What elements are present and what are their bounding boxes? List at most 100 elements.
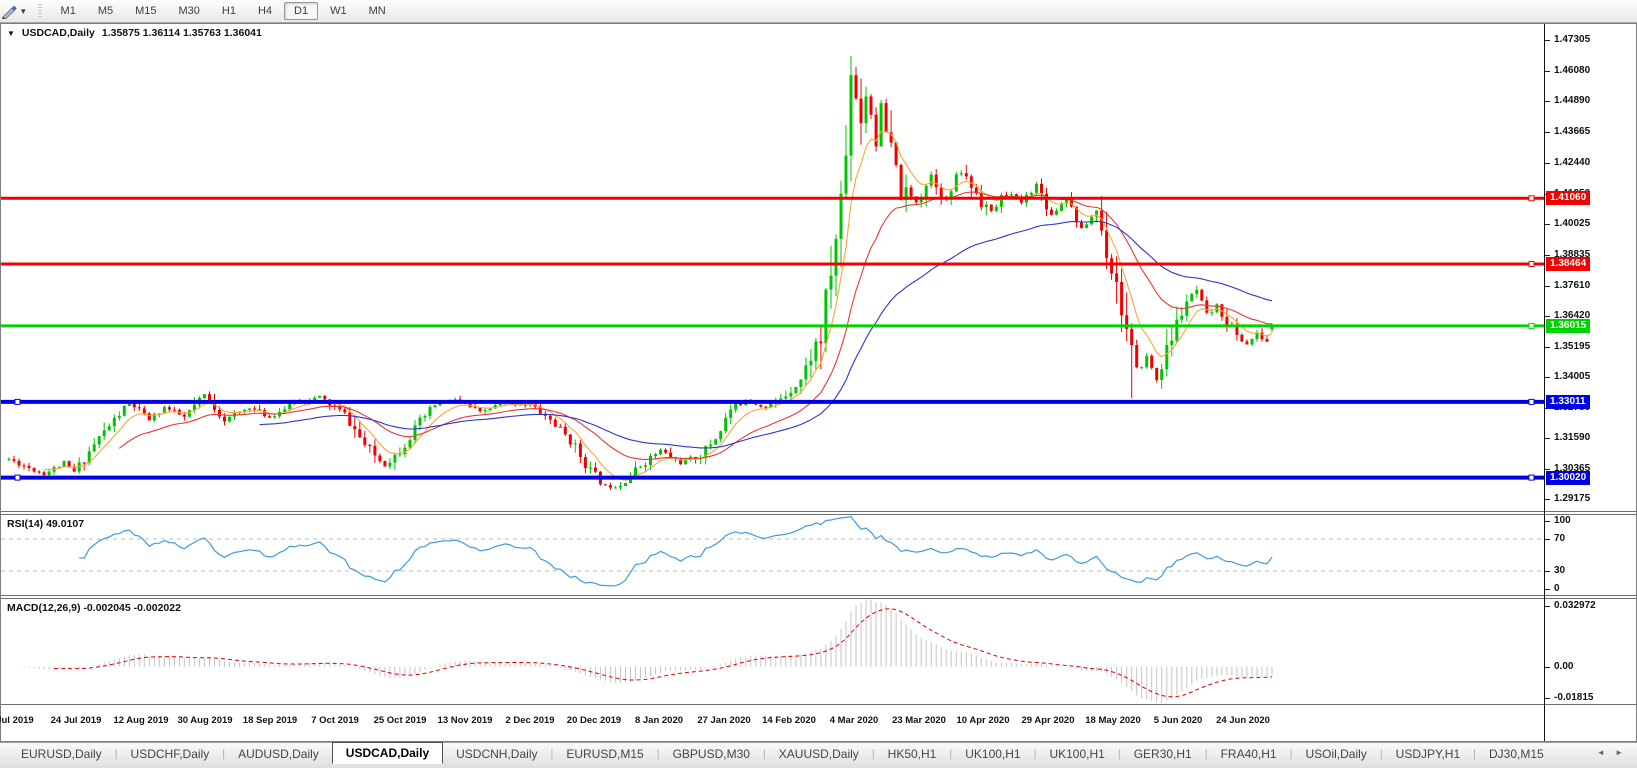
timeframe-button-m1[interactable]: M1 (51, 2, 86, 20)
price-tick-label: 1.47305 (1545, 34, 1590, 45)
rsi-chart[interactable] (1, 515, 1544, 595)
date-tick-label: 5 Jun 2020 (1154, 715, 1203, 726)
timeframe-button-m30[interactable]: M30 (169, 2, 210, 20)
date-tick-label: 20 Dec 2019 (567, 715, 621, 726)
chart-window: ▼ USDCAD,Daily 1.35875 1.36114 1.35763 1… (0, 23, 1637, 742)
date-tick-label: 23 Mar 2020 (892, 715, 946, 726)
price-tick-label: 1.43665 (1545, 126, 1590, 137)
date-tick-label: 27 Jan 2020 (697, 715, 750, 726)
timeframe-button-mn[interactable]: MN (359, 2, 396, 20)
date-tick-label: 8 Jan 2020 (635, 715, 683, 726)
price-line-label: 1.41060 (1546, 191, 1590, 205)
tab-scroll-buttons: ◄ ► (1597, 748, 1627, 757)
rsi-tick-label: 100 (1545, 515, 1571, 526)
timeframe-button-m15[interactable]: M15 (125, 2, 166, 20)
tab-scroll-right-icon[interactable]: ► (1615, 748, 1627, 757)
tab-scroll-left-icon[interactable]: ◄ (1597, 748, 1609, 757)
date-tick-label: 18 May 2020 (1085, 715, 1140, 726)
date-tick-label: 10 Apr 2020 (957, 715, 1010, 726)
date-tick-label: 13 Nov 2019 (438, 715, 493, 726)
macd-tick-label: -0.01815 (1545, 692, 1593, 703)
macd-signal-line (54, 609, 1272, 697)
collapse-triangle-icon[interactable]: ▼ (7, 29, 15, 38)
price-tick-label: 1.29175 (1545, 493, 1590, 504)
date-tick-label: 30 Aug 2019 (177, 715, 232, 726)
mt4-app: ▾ M1M5M15M30H1H4D1W1MN ▼ USDCAD,Daily 1.… (0, 0, 1637, 768)
main-chart-panel[interactable]: ▼ USDCAD,Daily 1.35875 1.36114 1.35763 1… (1, 24, 1636, 511)
hline-handle[interactable] (1529, 262, 1534, 267)
tab-gbpusd-m30[interactable]: GBPUSD,M30 (660, 743, 763, 764)
tab-ger30-h1[interactable]: GER30,H1 (1121, 743, 1205, 764)
macd-tick-label: 0.032972 (1545, 600, 1596, 611)
candles-layer (8, 56, 1274, 490)
macd-histogram (9, 600, 1272, 703)
timeframe-button-m5[interactable]: M5 (88, 2, 123, 20)
tab-uk100-h1[interactable]: UK100,H1 (1036, 743, 1117, 764)
tab-hk50-h1[interactable]: HK50,H1 (875, 743, 950, 764)
tab-usdcad-daily[interactable]: USDCAD,Daily (332, 742, 443, 764)
rsi-line (79, 517, 1272, 586)
price-line-label: 1.30020 (1546, 471, 1590, 485)
price-tick-label: 1.34005 (1545, 371, 1590, 382)
price-tick-label: 1.44890 (1545, 95, 1590, 106)
macd-chart[interactable] (1, 599, 1544, 704)
price-tick-label: 1.35195 (1545, 341, 1590, 352)
hline-handle[interactable] (1529, 196, 1534, 201)
chart-title: ▼ USDCAD,Daily 1.35875 1.36114 1.35763 1… (7, 27, 262, 39)
toolbar-separator (38, 4, 42, 19)
candlestick-chart[interactable] (1, 24, 1544, 511)
date-tick-label: 2 Dec 2019 (505, 715, 554, 726)
tab-usdcnh-daily[interactable]: USDCNH,Daily (443, 743, 550, 764)
price-tick-label: 1.31590 (1545, 432, 1590, 443)
drawing-tool-icon (2, 3, 18, 19)
tab-eurusd-m15[interactable]: EURUSD,M15 (553, 743, 656, 764)
date-tick-label: 7 Oct 2019 (311, 715, 359, 726)
rsi-tick-label: 70 (1545, 533, 1565, 544)
rsi-tick-label: 0 (1545, 583, 1560, 594)
price-tick-label: 1.46080 (1545, 65, 1590, 76)
date-tick-label: 25 Oct 2019 (374, 715, 427, 726)
hline-handle[interactable] (1529, 475, 1534, 480)
macd-axis: 0.032972 0.00 -0.01815 (1545, 599, 1636, 704)
tab-uk100-h1[interactable]: UK100,H1 (952, 743, 1033, 764)
hline-handle[interactable] (1529, 323, 1534, 328)
tab-xauusd-daily[interactable]: XAUUSD,Daily (766, 743, 872, 764)
rsi-axis: 10070300 (1545, 515, 1636, 595)
timeframe-button-h4[interactable]: H4 (248, 2, 282, 20)
date-tick-label: 5 Jul 2019 (0, 715, 34, 726)
macd-panel[interactable]: MACD(12,26,9) -0.002045 -0.002022 0.0329… (1, 599, 1636, 704)
date-tick-label: 14 Feb 2020 (762, 715, 816, 726)
rsi-panel[interactable]: RSI(14) 49.0107 10070300 (1, 515, 1636, 595)
date-tick-label: 4 Mar 2020 (830, 715, 879, 726)
timeframe-button-h1[interactable]: H1 (212, 2, 246, 20)
tab-fra40-h1[interactable]: FRA40,H1 (1208, 743, 1290, 764)
drawing-tool-button[interactable]: ▾ (1, 1, 29, 21)
date-tick-label: 18 Sep 2019 (243, 715, 297, 726)
chevron-down-icon: ▾ (21, 6, 26, 17)
hline-handle[interactable] (15, 475, 20, 480)
ma-slow-line (260, 221, 1272, 448)
timeframe-button-w1[interactable]: W1 (320, 2, 357, 20)
tab-dj30-m15[interactable]: DJ30,M15 (1476, 743, 1557, 764)
tab-usoil-daily[interactable]: USOil,Daily (1292, 743, 1379, 764)
timeframe-toolbar: ▾ M1M5M15M30H1H4D1W1MN (0, 0, 1637, 23)
macd-label: MACD(12,26,9) -0.002045 -0.002022 (7, 602, 181, 614)
timeframe-group: M1M5M15M30H1H4D1W1MN (50, 0, 397, 22)
date-tick-label: 24 Jul 2019 (51, 715, 102, 726)
tab-eurusd-daily[interactable]: EURUSD,Daily (8, 743, 115, 764)
chart-tabbar: EURUSD,Daily|USDCHF,Daily|AUDUSD,DailyUS… (0, 742, 1637, 768)
tab-usdjpy-h1[interactable]: USDJPY,H1 (1383, 743, 1473, 764)
hline-handle[interactable] (15, 399, 20, 404)
tab-usdchf-daily[interactable]: USDCHF,Daily (118, 743, 223, 764)
price-tick-label: 1.37610 (1545, 280, 1590, 291)
date-tick-label: 24 Jun 2020 (1216, 715, 1270, 726)
price-line-label: 1.33011 (1546, 395, 1590, 409)
chart-tabs: EURUSD,Daily|USDCHF,Daily|AUDUSD,DailyUS… (0, 743, 1557, 764)
timeframe-button-d1[interactable]: D1 (284, 2, 318, 20)
rsi-label: RSI(14) 49.0107 (7, 518, 84, 530)
macd-tick-label: 0.00 (1545, 661, 1573, 672)
hline-handle[interactable] (1529, 399, 1534, 404)
date-tick-label: 12 Aug 2019 (113, 715, 168, 726)
tab-audusd-daily[interactable]: AUDUSD,Daily (225, 743, 332, 764)
ma-fast-line (44, 131, 1272, 480)
